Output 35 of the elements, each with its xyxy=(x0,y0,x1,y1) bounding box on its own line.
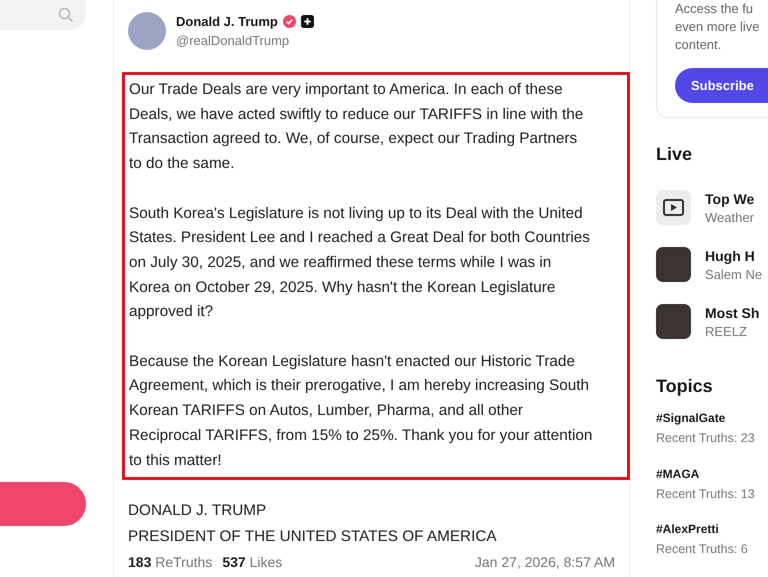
subscribe-button[interactable]: Subscribe xyxy=(675,68,768,103)
post-timestamp: Jan 27, 2026, 8:57 AM xyxy=(474,554,615,570)
live-title[interactable]: Hugh H xyxy=(705,248,762,264)
live-channel: Salem Ne xyxy=(705,266,762,282)
author-handle: @realDonaldTrump xyxy=(176,33,290,48)
promo-text: Access the fu xyxy=(675,0,754,18)
topic-count: Recent Truths: 23 xyxy=(656,431,756,446)
topic-count: Recent Truths: 6 xyxy=(656,542,749,556)
photo-placeholder[interactable] xyxy=(656,304,691,340)
retruths-count[interactable]: 183 ReTruths xyxy=(128,554,212,570)
search-icon xyxy=(58,7,74,23)
plus-icon[interactable] xyxy=(300,15,314,28)
topic-count: Recent Truths: 13 xyxy=(656,486,756,501)
topic-tag[interactable]: #MAGA xyxy=(656,466,768,481)
promo-text: content. xyxy=(675,36,722,54)
section-heading: Topics xyxy=(656,376,714,398)
author-name[interactable]: Donald J. Trump xyxy=(176,14,278,29)
live-title[interactable]: Top We xyxy=(705,190,754,207)
live-channel: REELZ xyxy=(705,324,748,339)
likes-count[interactable]: 537 Likes xyxy=(222,554,282,570)
live-channel: Weather xyxy=(705,210,754,225)
tv-icon[interactable] xyxy=(656,190,691,226)
topic-tag[interactable]: #AlexPretti xyxy=(656,522,768,536)
signature-line: DONALD J. TRUMP xyxy=(128,502,268,520)
photo-placeholder[interactable] xyxy=(656,247,691,282)
search-field[interactable] xyxy=(0,0,86,30)
post-paragraph: South Korea's Legislature is not living up to its Deal with the United States. President Lee and I reached a Great Deal for both Countries on July 30, 2025, and we reaffirmed these terms while I was in Korea on October 29, 2025. Why hasn't the Korean Legislature approved it? xyxy=(129,204,591,322)
promo-text: even more live xyxy=(675,18,761,36)
live-title[interactable]: Most Sh xyxy=(705,304,760,321)
post-button[interactable] xyxy=(0,482,86,526)
signature-line: PRESIDENT OF THE UNITED STATES OF AMERICA xyxy=(128,528,498,546)
post-paragraph: Our Trade Deals are very important to America. In each of these Deals, we have acted swiftly to reduce our TARIFFS in line with the Transaction agreed to. We, of course, expect our Trading Partners to do the same. xyxy=(129,80,584,174)
post-paragraph: Because the Korean Legislature hasn't enacted our Historic Trade Agreement, which is their prerogative, I am hereby increasing South Korean TARIFFS on Autos, Lumber, Pharma, and all other Reciprocal TARIFFS, from 15% to 25%. Thank you for your attention to this matter! xyxy=(129,352,593,471)
section-heading: Live xyxy=(656,144,694,165)
topic-tag[interactable]: #SignalGate xyxy=(656,411,768,426)
